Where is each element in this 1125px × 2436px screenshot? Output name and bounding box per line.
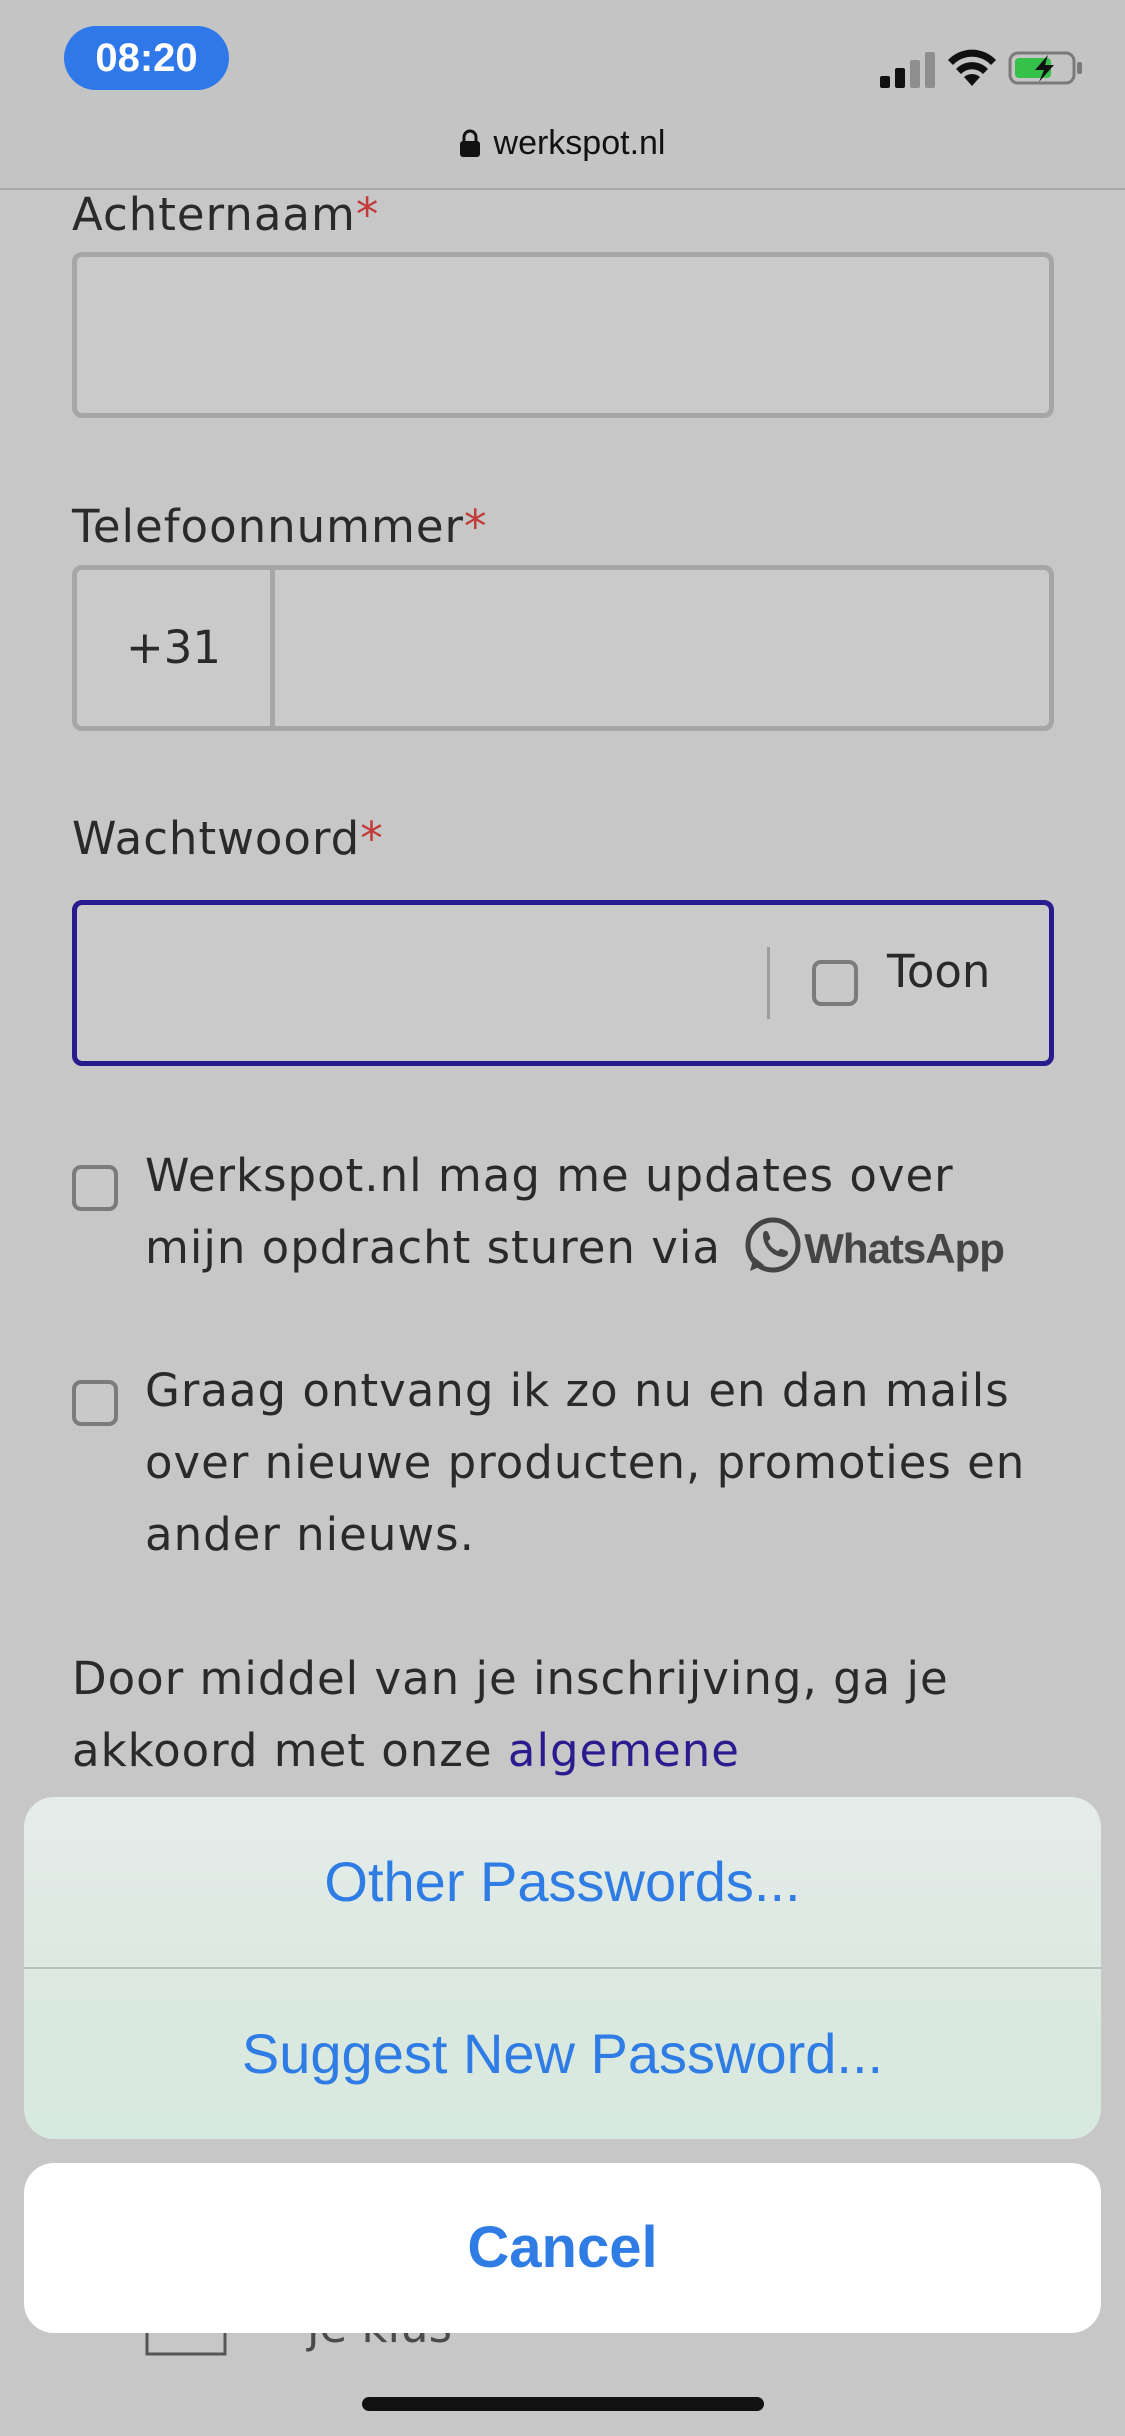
password-action-sheet: Other Passwords... Suggest New Password.… <box>24 1797 1101 2139</box>
terms-link[interactable]: algemene <box>508 1724 740 1777</box>
show-password-label: Toon <box>887 945 991 998</box>
required-asterisk: * <box>360 812 384 865</box>
newsletter-optin-text: Graag ontvang ik zo nu en dan mails over… <box>145 1364 1026 1561</box>
password-label: Wachtwoord* <box>72 812 384 865</box>
suggest-new-password-button[interactable]: Suggest New Password... <box>24 1969 1101 2139</box>
divider <box>767 947 770 1019</box>
phone-label: Telefoonnummer* <box>72 500 488 553</box>
url-text: werkspot.nl <box>493 124 666 162</box>
other-passwords-button[interactable]: Other Passwords... <box>24 1797 1101 1967</box>
url-bar[interactable]: werkspot.nl <box>0 118 1125 168</box>
required-asterisk: * <box>355 188 380 241</box>
status-time: 08:20 <box>64 26 229 90</box>
browser-status-bar: 08:20 werkspot.nl <box>0 0 1125 190</box>
password-input[interactable] <box>77 905 765 1061</box>
whatsapp-brand: WhatsApp <box>804 1225 1005 1272</box>
last-name-input[interactable] <box>72 252 1054 418</box>
lock-icon <box>459 129 480 157</box>
cellular-signal-icon <box>880 52 936 88</box>
phone-field: +31 <box>72 565 1054 731</box>
wifi-icon <box>948 49 996 86</box>
cancel-button[interactable]: Cancel <box>24 2163 1101 2333</box>
whatsapp-icon <box>745 1217 801 1273</box>
required-asterisk: * <box>464 500 488 553</box>
password-field: Toon <box>72 900 1054 1066</box>
terms-text: Door middel van je inschrijving, ga je a… <box>72 1652 949 1777</box>
last-name-label: Achternaam* <box>72 188 380 241</box>
phone-input[interactable] <box>280 570 1049 726</box>
country-code-select[interactable]: +31 <box>77 570 275 726</box>
home-indicator <box>362 2397 764 2411</box>
show-password-checkbox[interactable] <box>812 960 858 1006</box>
whatsapp-optin-checkbox[interactable] <box>72 1165 118 1211</box>
battery-charging-icon <box>1008 51 1082 85</box>
whatsapp-optin-text: Werkspot.nl mag me updates over mijn opd… <box>145 1140 1065 1285</box>
newsletter-optin-checkbox[interactable] <box>72 1380 118 1426</box>
